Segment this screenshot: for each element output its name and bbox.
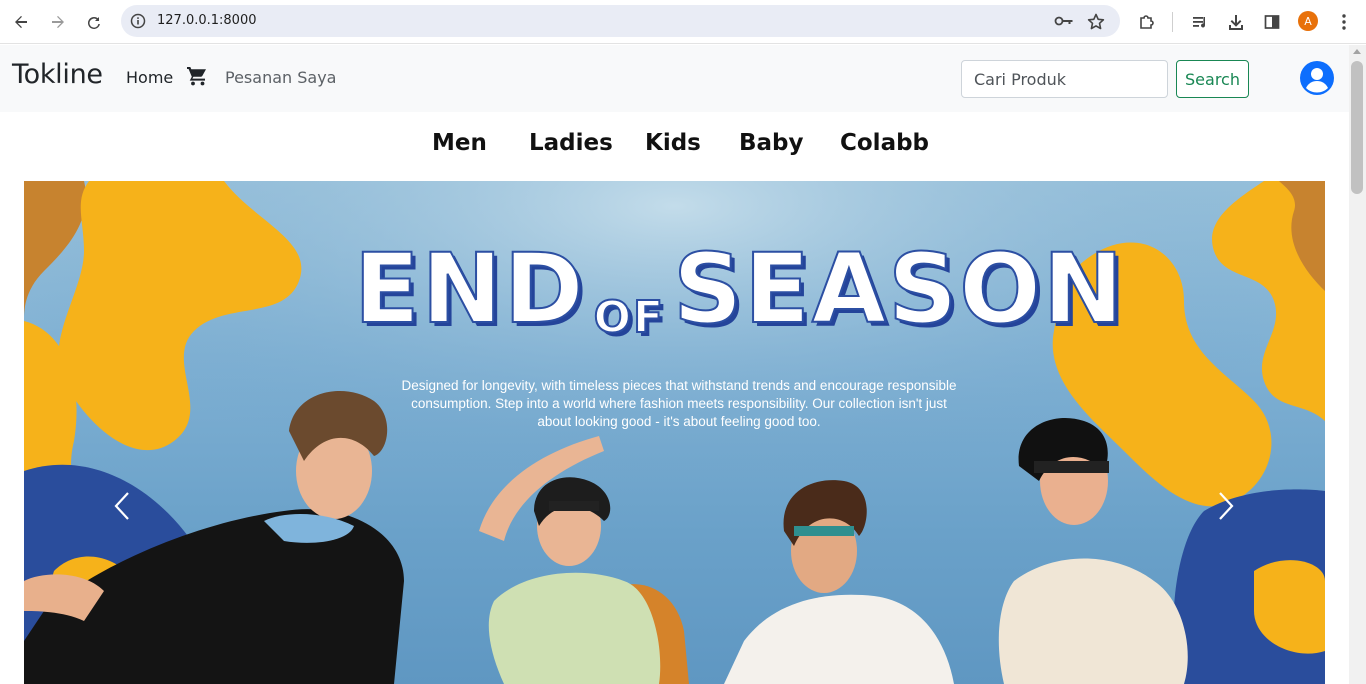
reload-icon bbox=[87, 17, 100, 30]
arrow-left-icon bbox=[15, 16, 27, 28]
scroll-up-arrow-icon[interactable] bbox=[1353, 49, 1361, 54]
user-account-icon[interactable] bbox=[1299, 60, 1335, 101]
media-control-button[interactable] bbox=[1188, 10, 1212, 34]
carousel-next-button[interactable] bbox=[1206, 481, 1246, 531]
carousel-prev-button[interactable] bbox=[102, 481, 142, 531]
category-kids[interactable]: Kids bbox=[645, 130, 701, 156]
nav-link-orders[interactable]: Pesanan Saya bbox=[225, 68, 336, 87]
playlist-icon bbox=[1193, 17, 1205, 28]
url-text: 127.0.0.1:8000 bbox=[157, 13, 257, 28]
page-scrollbar[interactable] bbox=[1349, 45, 1366, 684]
chevron-left-icon bbox=[114, 492, 129, 520]
profile-avatar[interactable]: A bbox=[1298, 11, 1318, 31]
back-button[interactable] bbox=[8, 9, 34, 35]
page-content: Tokline Home Pesanan Saya Search Men Lad… bbox=[0, 45, 1349, 684]
banner-title: END OFSEASON bbox=[353, 232, 1124, 346]
kebab-menu-icon bbox=[1342, 14, 1346, 30]
hero-carousel: END OFSEASON Designed for longevity, with… bbox=[24, 181, 1325, 684]
banner-description: Designed for longevity, with timeless pi… bbox=[401, 378, 957, 429]
nav-link-home[interactable]: Home bbox=[126, 68, 173, 87]
category-colabb[interactable]: Colabb bbox=[840, 130, 929, 156]
category-ladies[interactable]: Ladies bbox=[529, 130, 613, 156]
scrollbar-thumb[interactable] bbox=[1351, 61, 1363, 194]
downloads-button[interactable] bbox=[1224, 10, 1248, 34]
browser-toolbar: 127.0.0.1:8000 A bbox=[0, 0, 1366, 44]
category-baby[interactable]: Baby bbox=[739, 130, 804, 156]
extensions-button[interactable] bbox=[1135, 10, 1159, 34]
bookmark-star-icon[interactable] bbox=[1087, 13, 1105, 31]
forward-button[interactable] bbox=[45, 9, 71, 35]
side-panel-icon bbox=[1264, 15, 1280, 29]
puzzle-icon bbox=[1140, 15, 1154, 29]
site-navbar: Tokline Home Pesanan Saya Search bbox=[0, 45, 1349, 112]
toolbar-divider bbox=[1172, 12, 1173, 32]
arrow-right-icon bbox=[52, 16, 64, 28]
reload-button[interactable] bbox=[81, 9, 107, 35]
category-menu: Men Ladies Kids Baby Colabb bbox=[0, 112, 1349, 181]
download-icon bbox=[1229, 15, 1243, 30]
site-info-icon[interactable] bbox=[130, 13, 146, 29]
banner-title-season: SEASON bbox=[672, 232, 1126, 346]
key-icon[interactable] bbox=[1054, 13, 1074, 29]
chevron-right-icon bbox=[1219, 492, 1234, 520]
cart-icon[interactable] bbox=[186, 66, 208, 91]
search-input[interactable] bbox=[961, 60, 1168, 98]
browser-menu-button[interactable] bbox=[1332, 10, 1356, 34]
banner-title-end: END bbox=[353, 232, 586, 346]
banner-title-of: OF bbox=[593, 291, 666, 344]
side-panel-button[interactable] bbox=[1260, 10, 1284, 34]
brand-logo[interactable]: Tokline bbox=[12, 59, 103, 90]
category-men[interactable]: Men bbox=[432, 130, 487, 156]
search-button[interactable]: Search bbox=[1176, 60, 1249, 98]
address-bar[interactable]: 127.0.0.1:8000 bbox=[121, 5, 1120, 37]
